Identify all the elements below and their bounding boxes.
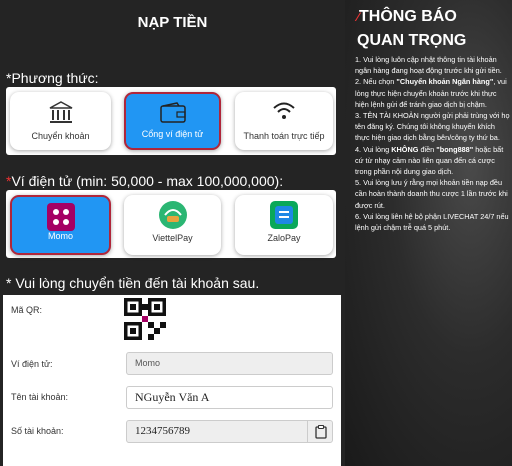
account-name-field[interactable]: NGuyễn Văn A <box>126 386 333 409</box>
wifi-icon <box>273 102 295 119</box>
method-bank-transfer-label: Chuyển khoản <box>31 131 90 141</box>
copy-button[interactable] <box>307 420 333 443</box>
bank-icon <box>49 101 72 123</box>
transfer-label: * Vui lòng chuyển tiền đến tài khoản sau… <box>6 275 260 291</box>
zalopay-logo-icon <box>270 201 298 229</box>
wallet-viettelpay[interactable]: ViettelPay <box>124 195 221 255</box>
wallet-momo[interactable]: Momo <box>10 195 111 255</box>
wallet-icon <box>159 102 186 123</box>
momo-logo-icon <box>46 203 75 231</box>
notice-item: 1. Vui lòng luôn cập nhật thông tin tài … <box>355 55 502 76</box>
wallet-options: Momo ViettelPay ZaloPay <box>6 190 336 258</box>
notice-item: 6. Vui lòng liên hệ bộ phận LIVECHAT 24/… <box>355 211 509 233</box>
wallet-momo-label: Momo <box>47 231 73 241</box>
notice-item: 5. Vui lòng lưu ý rằng mọi khoản tiền nạ… <box>355 178 508 210</box>
account-number-field[interactable]: 1234756789 <box>126 420 333 443</box>
notice-item: 3. TÊN TÀI KHOẢN người gửi phải trùng vớ… <box>355 111 510 143</box>
qr-code-image <box>124 298 166 340</box>
wallet-zalopay-label: ZaloPay <box>267 233 301 243</box>
wallet-field: Momo <box>126 352 333 375</box>
clipboard-icon <box>315 425 327 439</box>
viettelpay-logo-icon <box>158 201 187 229</box>
wallet-viettelpay-label: ViettelPay <box>152 233 193 243</box>
method-direct-payment-label: Thanh toán trực tiếp <box>243 131 325 141</box>
method-bank-transfer[interactable]: Chuyển khoản <box>10 92 111 150</box>
notice-item: 2. Nếu chọn "Chuyển khoản Ngân hàng", vu… <box>355 77 507 109</box>
page-title: NẠP TIỀN <box>137 14 208 31</box>
wallet-zalopay[interactable]: ZaloPay <box>235 195 333 255</box>
method-options: Chuyển khoản Cổng ví điện tử Thanh toán … <box>6 87 336 155</box>
notice-title: ⁄THÔNG BÁO QUAN TRỌNG <box>357 8 467 49</box>
qr-label: Mã QR: <box>11 305 43 315</box>
method-e-wallet-label: Cổng ví điện tử <box>141 129 204 139</box>
method-e-wallet[interactable]: Cổng ví điện tử <box>124 92 221 150</box>
account-name-label: Tên tài khoản: <box>11 392 69 402</box>
method-label: *Phương thức: <box>6 70 99 86</box>
account-number-label: Số tài khoản: <box>11 426 64 436</box>
account-info-panel: Mã QR: Ví điện tử: Momo Tên tài khoản: N… <box>3 295 341 466</box>
notice-list: 1. Vui lòng luôn cập nhật thông tin tài … <box>355 54 510 233</box>
notice-item: 4. Vui lòng KHÔNG điền "bong888" hoặc bấ… <box>355 144 504 177</box>
wallet-label: *Ví điện tử (min: 50,000 - max 100,000,0… <box>6 173 284 189</box>
method-direct-payment[interactable]: Thanh toán trực tiếp <box>235 92 333 150</box>
wallet-field-label: Ví điện tử: <box>11 359 53 369</box>
